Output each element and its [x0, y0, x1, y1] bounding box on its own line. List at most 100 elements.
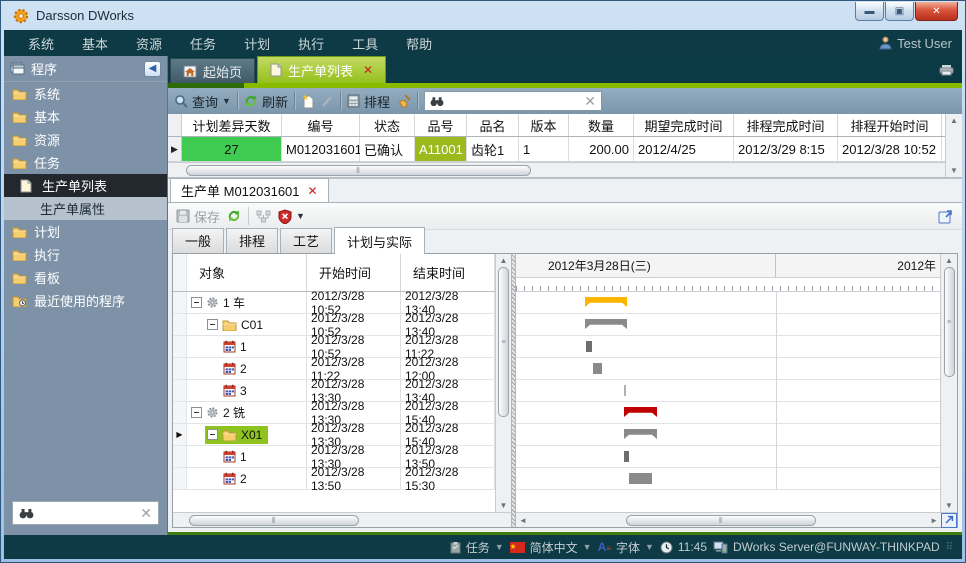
menu-item-7[interactable]: 工具	[338, 34, 392, 53]
menu-item-3[interactable]: 资源	[122, 34, 176, 53]
routing-icon[interactable]	[256, 210, 271, 223]
tree-row[interactable]: 22012/3/28 13:502012/3/28 15:30	[173, 468, 495, 490]
tree-object-cell: 2	[187, 358, 307, 379]
detail-tab-close-icon[interactable]: ✕	[308, 184, 318, 198]
folder-icon	[12, 134, 28, 146]
expand-toggle[interactable]	[191, 407, 202, 418]
printer-icon[interactable]	[939, 64, 954, 76]
restore-button[interactable]: ▣	[885, 2, 914, 21]
edit-icon[interactable]	[321, 95, 334, 108]
detail-tab-1[interactable]: 一般	[172, 228, 224, 253]
cell-qty: 200.00	[569, 137, 634, 161]
expand-toggle[interactable]	[207, 429, 218, 440]
status-font-menu[interactable]: A≡ 字体 ▼	[598, 539, 654, 556]
popout-icon[interactable]	[938, 209, 954, 224]
tab-1[interactable]: 起始页	[170, 58, 255, 83]
hscroll-right-arrow[interactable]: ►	[927, 516, 941, 525]
column-header[interactable]: 计划差异天数	[182, 114, 282, 136]
font-dropdown-icon[interactable]: ▼	[645, 542, 654, 552]
gantt-popout-icon[interactable]	[941, 513, 957, 528]
tree-hscrollbar[interactable]: ⦀	[173, 512, 511, 527]
user-badge[interactable]: Test User	[879, 36, 952, 51]
tab-2[interactable]: 生产单列表✕	[257, 56, 386, 83]
detail-tab-4[interactable]: 计划与实际	[334, 227, 425, 254]
sidebar-item-10[interactable]: 最近使用的程序	[4, 289, 167, 312]
minimize-button[interactable]: ▬	[855, 2, 884, 21]
gantt-bar[interactable]	[593, 363, 602, 374]
query-dropdown-icon[interactable]: ▼	[222, 96, 231, 106]
menu-item-1[interactable]: 系统	[14, 34, 68, 53]
detail-tab[interactable]: 生产单 M012031601 ✕	[170, 178, 329, 202]
expand-toggle[interactable]	[207, 319, 218, 330]
cell-start-time: 2012/3/28 13:50	[307, 468, 401, 489]
broom-icon[interactable]	[396, 94, 411, 108]
menu-item-8[interactable]: 帮助	[392, 34, 446, 53]
gantt-row	[516, 292, 940, 314]
gantt-bar[interactable]	[624, 385, 626, 396]
status-task-menu[interactable]: 任务 ▼	[450, 539, 504, 556]
sidebar-item-9[interactable]: 看板	[4, 266, 167, 289]
tree-row-marker	[173, 446, 187, 467]
sidebar-collapse-button[interactable]: ◀	[144, 61, 161, 77]
schedule-button[interactable]: 排程	[347, 92, 390, 111]
tree-column-header[interactable]: 对象	[187, 254, 307, 291]
column-header[interactable]: 状态	[360, 114, 415, 136]
tree-node-label: 1 车	[223, 294, 245, 311]
new-record-icon[interactable]	[301, 94, 315, 109]
sidebar-item-label: 看板	[34, 268, 60, 287]
grid-filter-clear-icon[interactable]: ✕	[584, 93, 596, 110]
sidebar-item-3[interactable]: 资源	[4, 128, 167, 151]
menu-item-2[interactable]: 基本	[68, 34, 122, 53]
close-button[interactable]: ✕	[915, 2, 958, 21]
calendar-icon	[223, 450, 236, 463]
menu-item-4[interactable]: 任务	[176, 34, 230, 53]
gantt-bar[interactable]	[586, 341, 592, 352]
detail-tab-3[interactable]: 工艺	[280, 228, 332, 253]
menu-item-5[interactable]: 计划	[230, 34, 284, 53]
gantt-bar[interactable]	[624, 451, 629, 462]
tree-row-marker	[173, 468, 187, 489]
column-header[interactable]: 品名	[467, 114, 519, 136]
gantt-vscrollbar[interactable]: ▲≡▼	[940, 254, 957, 512]
language-dropdown-icon[interactable]: ▼	[583, 542, 592, 552]
refresh-button[interactable]: 刷新	[244, 92, 288, 111]
sidebar-item-5[interactable]: 生产单列表	[4, 174, 167, 197]
detail-tab-2[interactable]: 排程	[226, 228, 278, 253]
orders-vscrollbar[interactable]: ▲▼	[945, 114, 962, 177]
tree-column-header[interactable]: 结束时间	[401, 254, 495, 291]
status-language-menu[interactable]: 简体中文 ▼	[510, 539, 592, 556]
sidebar-item-7[interactable]: 计划	[4, 220, 167, 243]
tree-vscrollbar[interactable]: ▲≡▼	[495, 254, 511, 512]
column-header[interactable]: 排程完成时间	[734, 114, 838, 136]
conflict-shield-button[interactable]: ▼	[278, 209, 305, 224]
sidebar-item-8[interactable]: 执行	[4, 243, 167, 266]
query-button[interactable]: 查询 ▼	[174, 92, 231, 111]
column-header[interactable]: 编号	[282, 114, 360, 136]
gantt-bar[interactable]	[629, 473, 652, 484]
column-header[interactable]: 品号	[415, 114, 467, 136]
tree-node-label: X01	[241, 428, 262, 442]
tab-close-icon[interactable]: ✕	[363, 63, 373, 77]
sidebar-item-2[interactable]: 基本	[4, 105, 167, 128]
orders-hscrollbar[interactable]: ⦀	[168, 162, 945, 177]
detail-refresh-icon[interactable]	[227, 209, 241, 223]
grid-filter-input[interactable]	[449, 93, 579, 109]
order-row[interactable]: ▶27M012031601已确认A11001齿轮11200.002012/4/2…	[168, 137, 945, 162]
column-header[interactable]: 排程开始时间	[838, 114, 942, 136]
hscroll-left-arrow[interactable]: ◄	[516, 516, 530, 525]
sidebar-search-input[interactable]	[40, 505, 134, 521]
task-dropdown-icon[interactable]: ▼	[495, 542, 504, 552]
save-button[interactable]: 保存	[176, 207, 220, 226]
sidebar-item-4[interactable]: 任务	[4, 151, 167, 174]
column-header[interactable]: 版本	[519, 114, 569, 136]
sidebar-search-clear-icon[interactable]: ✕	[140, 505, 152, 522]
sidebar-item-6[interactable]: 生产单属性	[4, 197, 167, 220]
shield-dropdown-icon[interactable]: ▼	[296, 211, 305, 221]
sidebar-item-1[interactable]: 系统	[4, 82, 167, 105]
tree-column-header[interactable]: 开始时间	[307, 254, 401, 291]
column-header[interactable]: 数量	[569, 114, 634, 136]
menu-item-6[interactable]: 执行	[284, 34, 338, 53]
column-header[interactable]: 期望完成时间	[634, 114, 734, 136]
expand-toggle[interactable]	[191, 297, 202, 308]
gantt-hscrollbar[interactable]: ◄ ⦀ ►	[516, 512, 957, 527]
